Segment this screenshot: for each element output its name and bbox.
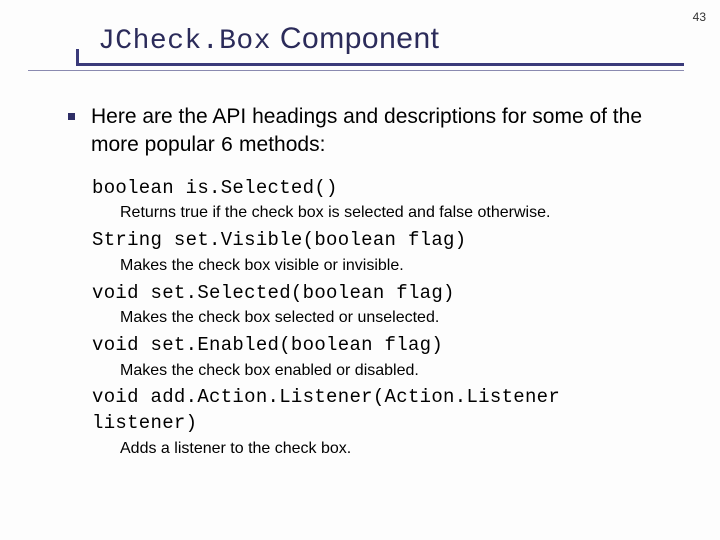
method-signature: String set.Visible(boolean flag) <box>92 228 672 254</box>
method-signature: void set.Selected(boolean flag) <box>92 281 672 307</box>
method-description: Makes the check box selected or unselect… <box>120 308 672 329</box>
title-rule <box>28 63 692 77</box>
method-description: Makes the check box enabled or disabled. <box>120 361 672 382</box>
method-list: boolean is.Selected() Returns true if th… <box>92 176 672 460</box>
square-bullet-icon <box>68 113 75 120</box>
method-description: Makes the check box visible or invisible… <box>120 256 672 277</box>
title-rest: Component <box>271 22 439 55</box>
rule-thick <box>76 63 684 66</box>
slide-body: Here are the API headings and descriptio… <box>68 103 672 460</box>
rule-thin <box>28 70 684 71</box>
method-description: Returns true if the check box is selecte… <box>120 203 672 224</box>
title-wrap: JCheck.Box Component <box>98 22 692 57</box>
method-signature: void add.Action.Listener(Action.Listener… <box>92 385 672 436</box>
rule-tick <box>76 49 79 63</box>
method-description: Adds a listener to the check box. <box>120 439 672 460</box>
slide: 43 JCheck.Box Component Here are the API… <box>0 0 720 540</box>
page-number: 43 <box>693 10 706 24</box>
slide-title: JCheck.Box Component <box>98 22 692 57</box>
lead-before: Here are the API headings and descriptio… <box>91 105 642 156</box>
bullet-row: Here are the API headings and descriptio… <box>68 103 672 162</box>
method-signature: boolean is.Selected() <box>92 176 672 202</box>
lead-six: 6 <box>221 135 234 158</box>
title-mono: JCheck.Box <box>98 26 271 57</box>
method-signature: void set.Enabled(boolean flag) <box>92 333 672 359</box>
lead-after: methods: <box>233 133 325 156</box>
lead-text: Here are the API headings and descriptio… <box>91 103 672 162</box>
